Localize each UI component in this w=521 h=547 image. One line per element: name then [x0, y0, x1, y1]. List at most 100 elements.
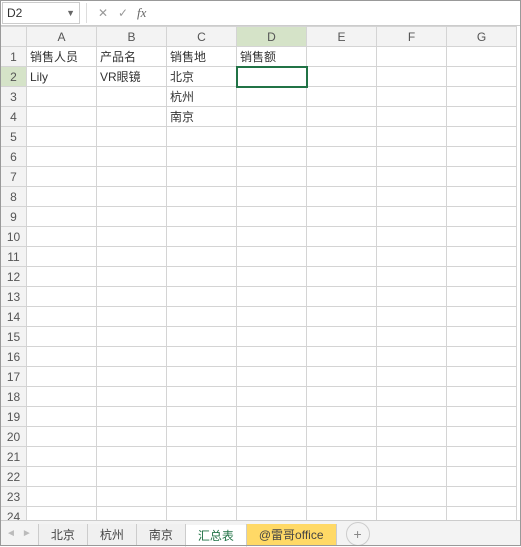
cell[interactable] — [167, 387, 237, 407]
cell[interactable] — [447, 387, 517, 407]
cell[interactable] — [377, 427, 447, 447]
cell[interactable] — [307, 327, 377, 347]
row-header[interactable]: 16 — [1, 347, 27, 367]
formula-input[interactable] — [152, 2, 521, 24]
row-header[interactable]: 4 — [1, 107, 27, 127]
cell[interactable] — [237, 87, 307, 107]
cell[interactable] — [167, 187, 237, 207]
cell[interactable] — [237, 427, 307, 447]
cell[interactable] — [97, 87, 167, 107]
cell[interactable] — [167, 487, 237, 507]
column-header[interactable]: D — [237, 27, 307, 47]
cell[interactable] — [447, 227, 517, 247]
cell[interactable] — [27, 187, 97, 207]
cell[interactable] — [167, 227, 237, 247]
cell[interactable] — [307, 407, 377, 427]
cell[interactable]: 南京 — [167, 107, 237, 127]
cell[interactable] — [97, 247, 167, 267]
cell[interactable] — [237, 327, 307, 347]
cell[interactable] — [27, 287, 97, 307]
fx-icon[interactable]: fx — [137, 5, 146, 21]
cell[interactable]: 销售额 — [237, 47, 307, 67]
cell[interactable] — [237, 247, 307, 267]
cell[interactable] — [97, 227, 167, 247]
cell[interactable] — [97, 327, 167, 347]
cell[interactable] — [307, 247, 377, 267]
cell[interactable] — [307, 147, 377, 167]
cell[interactable] — [167, 507, 237, 521]
add-sheet-button[interactable]: + — [346, 522, 370, 546]
row-header[interactable]: 17 — [1, 367, 27, 387]
cell[interactable] — [307, 487, 377, 507]
cell[interactable] — [27, 207, 97, 227]
cell[interactable] — [447, 447, 517, 467]
cell[interactable] — [307, 347, 377, 367]
cell[interactable] — [27, 507, 97, 521]
cell[interactable] — [27, 87, 97, 107]
cell[interactable] — [447, 167, 517, 187]
cell[interactable] — [27, 167, 97, 187]
cell[interactable] — [27, 487, 97, 507]
cell[interactable] — [167, 287, 237, 307]
cell[interactable] — [27, 147, 97, 167]
cell[interactable] — [97, 367, 167, 387]
cell[interactable] — [307, 87, 377, 107]
cell[interactable] — [97, 187, 167, 207]
cell[interactable] — [237, 67, 307, 87]
row-header[interactable]: 10 — [1, 227, 27, 247]
cell[interactable] — [237, 367, 307, 387]
cell[interactable] — [307, 427, 377, 447]
cell[interactable]: 销售人员 — [27, 47, 97, 67]
cell[interactable] — [237, 187, 307, 207]
cell[interactable] — [377, 47, 447, 67]
cell[interactable] — [27, 427, 97, 447]
cell[interactable] — [307, 307, 377, 327]
cell[interactable] — [27, 407, 97, 427]
cell[interactable] — [377, 67, 447, 87]
cell[interactable] — [167, 147, 237, 167]
cell[interactable] — [167, 307, 237, 327]
cell[interactable] — [237, 167, 307, 187]
cell[interactable] — [97, 427, 167, 447]
confirm-icon[interactable]: ✓ — [113, 3, 133, 23]
cell[interactable] — [307, 67, 377, 87]
cell[interactable] — [27, 227, 97, 247]
cell[interactable] — [377, 367, 447, 387]
cell[interactable] — [27, 307, 97, 327]
cell[interactable] — [237, 487, 307, 507]
cell[interactable] — [237, 107, 307, 127]
cell[interactable] — [27, 267, 97, 287]
cell[interactable] — [237, 467, 307, 487]
cell[interactable] — [27, 107, 97, 127]
cell[interactable] — [237, 287, 307, 307]
sheet-tab[interactable]: @雷哥office — [246, 524, 337, 546]
cell[interactable] — [447, 207, 517, 227]
cell[interactable] — [377, 167, 447, 187]
cell[interactable] — [167, 267, 237, 287]
cell[interactable] — [27, 387, 97, 407]
row-header[interactable]: 20 — [1, 427, 27, 447]
select-all-corner[interactable] — [1, 27, 27, 47]
cell[interactable] — [377, 207, 447, 227]
cell[interactable] — [167, 347, 237, 367]
row-header[interactable]: 13 — [1, 287, 27, 307]
cell[interactable] — [447, 67, 517, 87]
cell[interactable] — [307, 207, 377, 227]
cell[interactable] — [237, 207, 307, 227]
cell[interactable] — [237, 347, 307, 367]
cell[interactable] — [377, 187, 447, 207]
cell[interactable] — [237, 227, 307, 247]
cell[interactable] — [307, 47, 377, 67]
cell[interactable] — [447, 187, 517, 207]
cell[interactable] — [447, 327, 517, 347]
sheet-tab[interactable]: 北京 — [38, 524, 88, 546]
row-header[interactable]: 19 — [1, 407, 27, 427]
cell[interactable] — [447, 247, 517, 267]
cell[interactable] — [27, 367, 97, 387]
cell[interactable] — [377, 127, 447, 147]
column-header[interactable]: F — [377, 27, 447, 47]
cell[interactable]: Lily — [27, 67, 97, 87]
cell[interactable] — [237, 407, 307, 427]
cell[interactable]: 北京 — [167, 67, 237, 87]
cell[interactable] — [447, 307, 517, 327]
